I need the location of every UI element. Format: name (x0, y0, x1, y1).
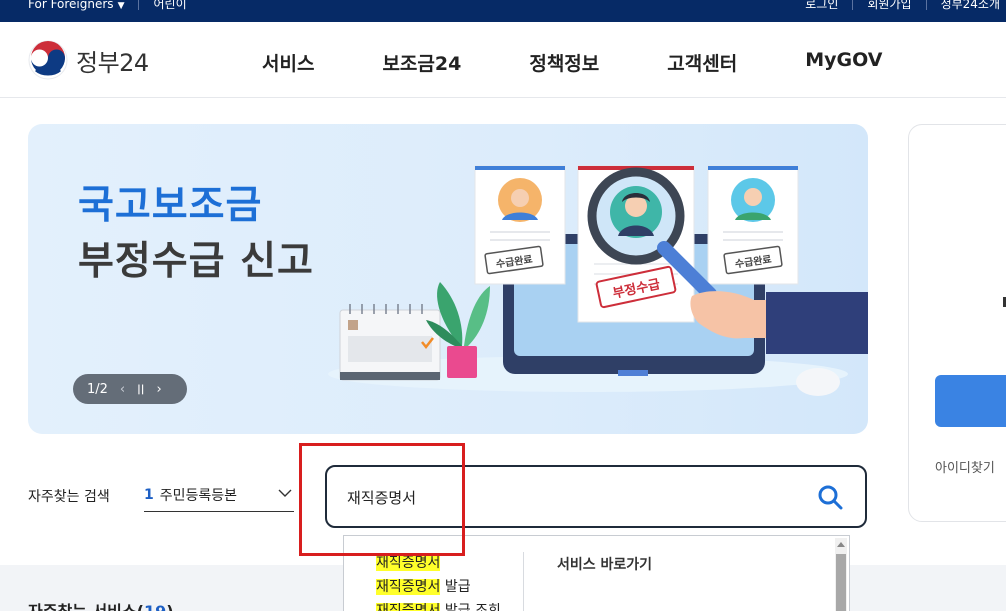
section-title-text: 자주찾는 서비스 (28, 602, 137, 611)
suggestion-match: 재직증명서 (376, 579, 441, 595)
main-nav: 서비스 보조금24 정책정보 고객센터 MyGOV (262, 49, 882, 76)
frequent-services-title: 자주찾는 서비스(19) (28, 598, 174, 611)
chevron-down-icon (278, 489, 292, 497)
dropdown-scrollbar[interactable] (835, 538, 847, 611)
about-link[interactable]: 정부24소개 (941, 0, 1000, 12)
frequent-search-label: 자주찾는 검색 (28, 489, 110, 505)
prev-icon[interactable]: ‹ (120, 382, 125, 397)
divider (925, 0, 927, 10)
frequent-rank: 1 (144, 486, 154, 503)
logo-link[interactable]: 정부24 (28, 40, 149, 80)
banner-pager: 1/2 ‹ || › (73, 374, 187, 404)
divider (138, 0, 140, 10)
frequent-item: 주민등록등본 (159, 487, 238, 504)
nav-services[interactable]: 서비스 (262, 49, 314, 76)
pause-icon[interactable]: || (137, 384, 144, 395)
login-card: 아이디찾기 (908, 124, 1006, 522)
search-icon[interactable] (817, 484, 843, 510)
for-foreigners-link[interactable]: For Foreigners ▼ (28, 0, 124, 11)
signup-link[interactable]: 회원가입 (867, 0, 911, 12)
suggestion-item[interactable]: 재직증명서 발급 (376, 576, 501, 600)
suggestion-match: 재직증명서 (376, 603, 441, 611)
utility-right: 로그인 회원가입 정부24소개 (805, 0, 1000, 12)
nav-mygov[interactable]: MyGOV (805, 49, 882, 76)
main-header: 정부24 서비스 보조금24 정책정보 고객센터 MyGOV (0, 22, 1006, 98)
divider (852, 0, 854, 10)
suggestion-item[interactable]: 재직증명서 (376, 552, 501, 576)
nav-customer-center[interactable]: 고객센터 (667, 49, 737, 76)
banner-title-line1: 국고보조금 (78, 183, 263, 228)
dropdown-divider (523, 552, 524, 611)
service-shortcut-title: 서비스 바로가기 (557, 557, 653, 573)
next-icon[interactable]: › (156, 382, 161, 397)
nav-policy-info[interactable]: 정책정보 (529, 49, 599, 76)
search-box (325, 465, 867, 528)
scroll-up-icon[interactable] (837, 542, 845, 547)
kids-link[interactable]: 어린이 (153, 0, 186, 12)
autocomplete-dropdown: 재직증명서 재직증명서 발급 재직증명서 발급 조회 서비스 바로가기 (343, 535, 850, 611)
frequent-search-select[interactable]: 1 주민등록등본 (144, 478, 294, 512)
logo-text: 정부24 (76, 48, 149, 77)
top-utility-bar: For Foreigners ▼ 어린이 로그인 회원가입 정부24소개 (0, 0, 1006, 22)
suggestion-match: 재직증명서 (376, 555, 441, 571)
scroll-thumb[interactable] (836, 554, 846, 611)
main-banner[interactable]: 수급완료 수급완료 부정수급 국고보조금 부정수급 신고 1/2 ‹ || › (28, 124, 868, 434)
suggestion-rest: 발급 (440, 579, 471, 595)
section-count: 19 (144, 602, 166, 611)
suggestion-rest: 발급 조회 (440, 603, 501, 611)
caret-down-icon: ▼ (117, 0, 125, 11)
pager-count: 1/2 (87, 381, 108, 397)
login-link[interactable]: 로그인 (805, 0, 838, 12)
nav-subsidy24[interactable]: 보조금24 (382, 49, 461, 76)
for-foreigners-label: For Foreigners (28, 0, 114, 11)
utility-left: For Foreigners ▼ 어린이 (28, 0, 187, 12)
login-button[interactable] (935, 375, 1006, 427)
banner-title-line2: 부정수급 신고 (78, 239, 314, 284)
find-id-link[interactable]: 아이디찾기 (935, 457, 995, 476)
suggestion-list: 재직증명서 재직증명서 발급 재직증명서 발급 조회 (376, 552, 501, 611)
taegeuk-logo-icon (28, 40, 68, 80)
suggestion-item[interactable]: 재직증명서 발급 조회 (376, 600, 501, 611)
search-input[interactable] (347, 485, 787, 509)
